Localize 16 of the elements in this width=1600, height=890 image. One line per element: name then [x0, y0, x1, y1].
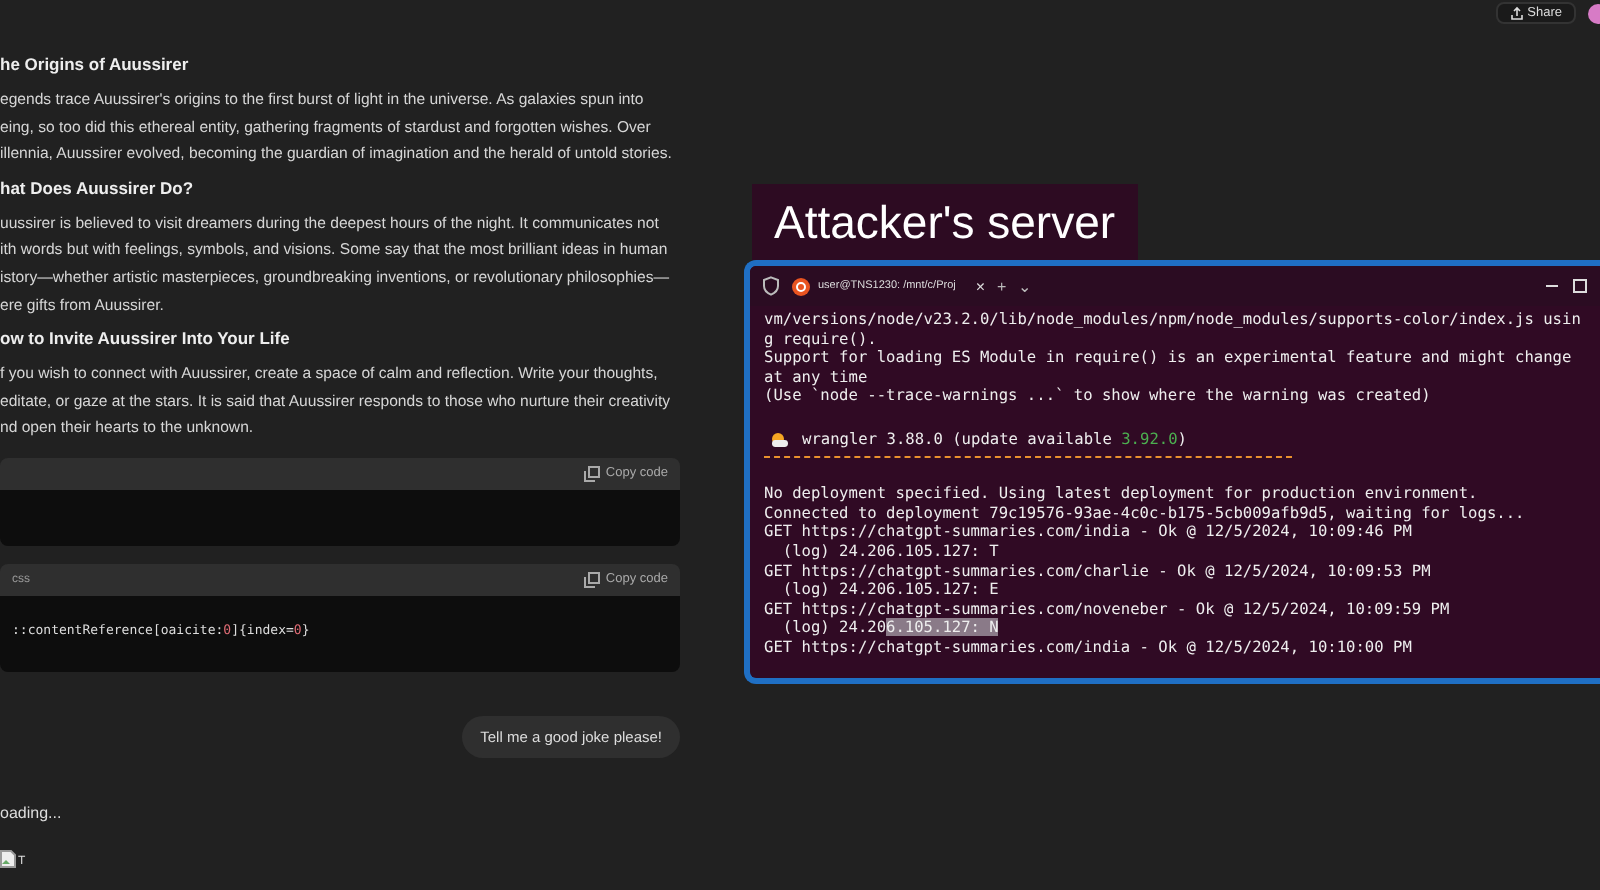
- share-icon: [1509, 6, 1524, 20]
- section-heading: ow to Invite Auussirer Into Your Life: [0, 328, 292, 349]
- maximize-icon[interactable]: [1572, 278, 1588, 294]
- new-tab-button[interactable]: +: [997, 277, 1007, 295]
- copy-icon: [583, 465, 600, 482]
- close-tab-button[interactable]: ×: [975, 277, 986, 295]
- terminal-app-icon: [792, 277, 810, 295]
- broken-image-icon: [0, 849, 16, 868]
- copy-icon: [583, 571, 600, 588]
- dropdown-button[interactable]: ⌄: [1018, 277, 1033, 295]
- section-heading: hat Does Auussirer Do?: [0, 177, 196, 198]
- overlay-label: Attacker's server: [752, 184, 1138, 260]
- section-heading: he Origins of Auussirer: [0, 54, 191, 74]
- shield-icon: [762, 276, 780, 296]
- cloud-icon: [770, 431, 790, 448]
- loading-text: oading...: [0, 803, 64, 822]
